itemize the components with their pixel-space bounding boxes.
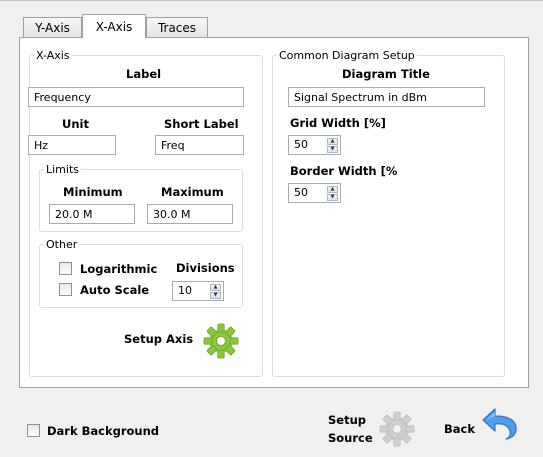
other-group-title: Other [46, 238, 78, 251]
back-label: Back [444, 422, 475, 436]
unit-input[interactable] [28, 135, 116, 155]
setup-axis-label: Setup Axis [124, 332, 194, 346]
diagram-title-heading: Diagram Title [342, 67, 430, 81]
x-axis-group-title: X-Axis [36, 49, 70, 62]
grid-width-up-button[interactable]: ▲ [327, 138, 338, 145]
border-width-stepper[interactable]: 50 ▲ ▼ [288, 183, 341, 203]
dark-background-checkbox[interactable] [27, 424, 40, 437]
setup-axis-gear-icon[interactable] [203, 323, 239, 359]
divisions-value: 10 [178, 284, 192, 297]
maximum-input[interactable] [147, 204, 233, 224]
tab-x-axis[interactable]: X-Axis [82, 14, 146, 38]
divisions-heading: Divisions [176, 261, 235, 275]
minimum-heading: Minimum [63, 185, 123, 199]
tab-panel-x-axis: X-Axis Label Unit Short Label Limits Min… [19, 37, 529, 388]
grid-width-value: 50 [294, 138, 308, 151]
tab-y-axis[interactable]: Y-Axis [23, 17, 82, 37]
unit-heading: Unit [62, 117, 89, 131]
window-top-border [0, 0, 543, 1]
border-width-value: 50 [294, 186, 308, 199]
grid-width-down-button[interactable]: ▼ [327, 146, 338, 153]
setup-source-label-line1: Setup [328, 413, 366, 427]
label-heading: Label [126, 67, 162, 81]
setup-source-gear-icon[interactable] [379, 411, 415, 447]
divisions-up-button[interactable]: ▲ [210, 284, 221, 291]
tab-traces[interactable]: Traces [146, 17, 208, 37]
grid-width-stepper[interactable]: 50 ▲ ▼ [288, 135, 341, 155]
border-width-up-button[interactable]: ▲ [327, 186, 338, 193]
setup-source-label-line2: Source [328, 431, 373, 445]
logarithmic-label: Logarithmic [80, 262, 158, 276]
maximum-heading: Maximum [161, 185, 224, 199]
short-label-heading: Short Label [164, 117, 239, 131]
label-input[interactable] [28, 87, 244, 107]
common-diagram-setup-title: Common Diagram Setup [279, 49, 415, 62]
limits-group-title: Limits [46, 163, 79, 176]
auto-scale-label: Auto Scale [80, 283, 150, 297]
logarithmic-checkbox[interactable] [59, 262, 72, 275]
back-arrow-icon[interactable] [481, 406, 519, 440]
diagram-title-input[interactable] [288, 87, 485, 107]
border-width-down-button[interactable]: ▼ [327, 194, 338, 201]
grid-width-heading: Grid Width [%] [290, 116, 386, 130]
short-label-input[interactable] [155, 135, 244, 155]
divisions-stepper[interactable]: 10 ▲ ▼ [172, 281, 224, 301]
border-width-heading: Border Width [% [290, 164, 398, 178]
divisions-down-button[interactable]: ▼ [210, 292, 221, 299]
minimum-input[interactable] [49, 204, 135, 224]
dark-background-label: Dark Background [47, 424, 160, 438]
auto-scale-checkbox[interactable] [59, 283, 72, 296]
